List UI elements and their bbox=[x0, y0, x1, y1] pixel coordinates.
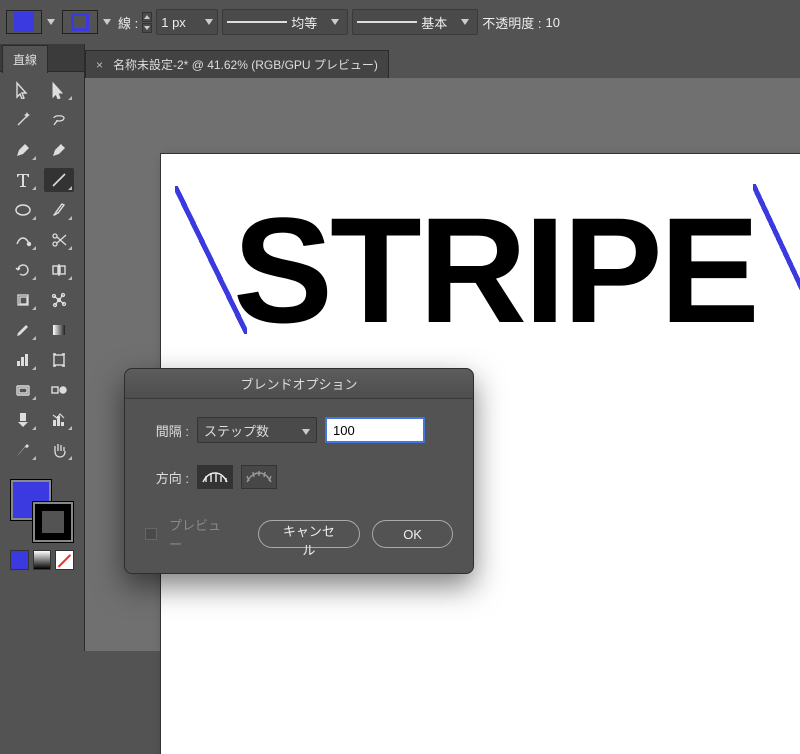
stroke-label: 線 : bbox=[118, 13, 138, 32]
hand-tool[interactable] bbox=[44, 438, 74, 462]
slice-tool[interactable] bbox=[8, 438, 38, 462]
column-graph-tool[interactable] bbox=[44, 408, 74, 432]
stroke-width-stepper[interactable] bbox=[142, 12, 152, 33]
control-bar: 線 : 均等 基本 不透明度 : 10 bbox=[0, 0, 800, 44]
fill-swatch-menu[interactable] bbox=[44, 10, 58, 34]
ok-button[interactable]: OK bbox=[372, 520, 453, 548]
curvature-tool[interactable] bbox=[44, 138, 74, 162]
fill-swatch-group bbox=[6, 10, 58, 34]
opacity-value: 10 bbox=[545, 15, 559, 30]
shaper-tool[interactable] bbox=[8, 228, 38, 252]
opacity-label: 不透明度 : bbox=[482, 13, 541, 32]
paintbrush-tool[interactable] bbox=[44, 198, 74, 222]
blend-tool[interactable] bbox=[44, 378, 74, 402]
spacing-mode-value: ステップ数 bbox=[204, 421, 269, 440]
symbol-sprayer-tool[interactable] bbox=[8, 378, 38, 402]
dialog-body: 間隔 : ステップ数 方向 : プレビュー キャンセル OK bbox=[125, 399, 473, 573]
preview-checkbox[interactable] bbox=[145, 528, 157, 540]
stroke-swatch[interactable] bbox=[62, 10, 98, 34]
free-transform-tool[interactable] bbox=[8, 288, 38, 312]
profile-preview bbox=[357, 21, 417, 23]
measure-tool[interactable] bbox=[8, 408, 38, 432]
ellipse-tool[interactable] bbox=[8, 198, 38, 222]
orientation-label: 方向 : bbox=[145, 468, 189, 487]
dash-value: 均等 bbox=[291, 13, 323, 32]
lasso-tool[interactable] bbox=[44, 108, 74, 132]
profile-select[interactable]: 基本 bbox=[352, 9, 478, 35]
puppet-warp-tool[interactable] bbox=[44, 288, 74, 312]
dash-preview bbox=[227, 21, 287, 23]
dialog-title: ブレンドオプション bbox=[240, 374, 357, 393]
dialog-footer: プレビュー キャンセル OK bbox=[145, 515, 453, 553]
stroke-swatch-menu[interactable] bbox=[100, 10, 114, 34]
eyedropper-tool[interactable] bbox=[8, 318, 38, 342]
color-mode-solid[interactable] bbox=[10, 550, 29, 570]
type-tool[interactable] bbox=[8, 168, 38, 192]
selection-tool[interactable] bbox=[8, 78, 38, 102]
close-tab-icon[interactable]: × bbox=[96, 58, 103, 72]
spacing-label: 間隔 : bbox=[145, 421, 189, 440]
document-tab[interactable]: × 名称未設定-2* @ 41.62% (RGB/GPU プレビュー) bbox=[85, 50, 389, 78]
fill-swatch[interactable] bbox=[6, 10, 42, 34]
scissors-tool[interactable] bbox=[44, 228, 74, 252]
document-tab-title: 名称未設定-2* @ 41.62% (RGB/GPU プレビュー) bbox=[113, 56, 378, 73]
orientation-align-path[interactable] bbox=[241, 465, 277, 489]
preview-label: プレビュー bbox=[169, 515, 234, 553]
gradient-tool[interactable] bbox=[44, 318, 74, 342]
color-mode-gradient[interactable] bbox=[33, 550, 52, 570]
artboard-tool[interactable] bbox=[44, 348, 74, 372]
tool-grid bbox=[0, 72, 84, 468]
color-mode-none[interactable] bbox=[55, 550, 74, 570]
color-mode-row bbox=[0, 550, 84, 578]
orientation-align-page[interactable] bbox=[197, 465, 233, 489]
spacing-value-input[interactable] bbox=[325, 417, 425, 443]
spacing-row: 間隔 : ステップ数 bbox=[145, 417, 453, 443]
tool-panel-tabhead: 直線 bbox=[0, 44, 84, 72]
dialog-titlebar[interactable]: ブレンドオプション bbox=[125, 369, 473, 399]
line-object-right[interactable] bbox=[753, 184, 800, 334]
fill-stroke-proxy[interactable] bbox=[7, 478, 77, 544]
cancel-button[interactable]: キャンセル bbox=[258, 520, 361, 548]
stroke-swatch-group bbox=[62, 10, 114, 34]
chevron-down-icon bbox=[302, 423, 310, 438]
direct-selection-tool[interactable] bbox=[44, 78, 74, 102]
stroke-width-input[interactable] bbox=[157, 15, 201, 30]
profile-value: 基本 bbox=[421, 13, 453, 32]
reflect-tool[interactable] bbox=[44, 258, 74, 282]
spacing-mode-select[interactable]: ステップ数 bbox=[197, 417, 317, 443]
stroke-width-field[interactable] bbox=[156, 9, 218, 35]
rotate-tool[interactable] bbox=[8, 258, 38, 282]
blend-options-dialog: ブレンドオプション 間隔 : ステップ数 方向 : プレビュー キャンセル OK bbox=[124, 368, 474, 574]
text-object[interactable]: STRIPE bbox=[233, 184, 757, 357]
pen-tool[interactable] bbox=[8, 138, 38, 162]
tool-panel-tab[interactable]: 直線 bbox=[2, 45, 48, 73]
dash-select[interactable]: 均等 bbox=[222, 9, 348, 35]
graph-tool[interactable] bbox=[8, 348, 38, 372]
line-tool[interactable] bbox=[44, 168, 74, 192]
stroke-proxy[interactable] bbox=[33, 502, 73, 542]
orientation-row: 方向 : bbox=[145, 465, 453, 489]
left-column: 直線 bbox=[0, 44, 85, 651]
magic-wand-tool[interactable] bbox=[8, 108, 38, 132]
